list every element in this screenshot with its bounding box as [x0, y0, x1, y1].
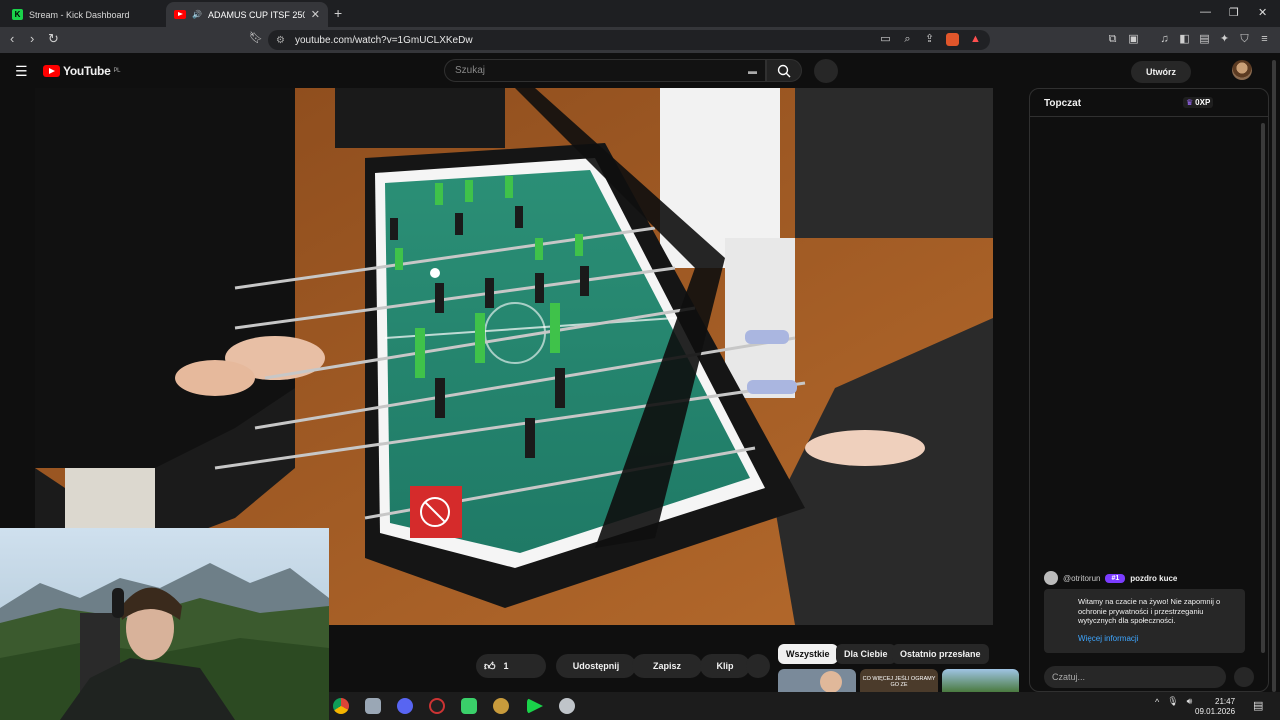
chat-welcome-notice: Witamy na czacie na żywo! Nie zapomnij o… — [1044, 589, 1245, 653]
volume-icon[interactable]: 🔊︎ — [1187, 696, 1193, 707]
close-tab-icon[interactable]: ✕ — [311, 8, 320, 21]
youtube-logo[interactable]: YouTube PL — [43, 64, 120, 78]
avatar[interactable] — [1232, 60, 1252, 80]
zoom-icon[interactable]: ⌕ — [901, 33, 914, 46]
chat-title[interactable]: Topczat — [1044, 98, 1081, 109]
search-button[interactable] — [766, 59, 802, 82]
like-button[interactable]: 👍︎ 1 — [476, 654, 546, 678]
forward-icon[interactable]: › — [30, 31, 34, 46]
xp-badge[interactable]: ♛ 0XP — [1183, 97, 1214, 108]
share-button[interactable]: Udostępnij — [556, 654, 636, 678]
chat-scrollbar[interactable] — [1261, 123, 1265, 653]
thumbnail-caption: CO WIĘCEJ JEŚLI OGRAMY GO ZE — [862, 676, 936, 688]
kick-icon: K — [12, 9, 23, 20]
minimize-button[interactable]: — — [1200, 6, 1211, 18]
thumbs-up-icon: 👍︎ — [484, 660, 496, 673]
restore-button[interactable]: ❐ — [1229, 6, 1239, 19]
search-placeholder: Szukaj — [455, 65, 486, 76]
create-button[interactable]: Utwórz — [1131, 61, 1191, 83]
webcam-frame — [0, 528, 329, 720]
chrome-icon[interactable] — [333, 698, 349, 714]
emoji-button[interactable] — [1234, 667, 1254, 687]
screenshot-icon[interactable]: ▣ — [1127, 33, 1140, 46]
more-actions-button[interactable] — [746, 654, 770, 678]
wallet-icon[interactable]: ▤ — [1198, 33, 1211, 46]
browser-toolbar: ‹ › ↻ 🔖︎ ⚙︎ youtube.com/watch?v=1GmUCLXK… — [0, 27, 1280, 53]
chat-input[interactable]: Czatuj... — [1044, 666, 1226, 688]
microphone-icon[interactable]: 🎙︎ — [1167, 696, 1178, 707]
system-tray: ^ 🎙︎ 🔊︎ — [1155, 696, 1192, 707]
logo-region: PL — [113, 68, 121, 74]
music-icon[interactable]: ♫ — [1158, 33, 1171, 46]
youtube-header: ☰ YouTube PL Szukaj ▬ Utwórz — [0, 53, 1280, 88]
hamburger-menu-icon[interactable]: ☰ — [15, 63, 28, 80]
kick-icon[interactable] — [527, 698, 543, 714]
chat-message: @otritorun #1 pozdro kuce — [1044, 571, 1177, 585]
brave-rewards-icon[interactable]: ▲ — [969, 33, 982, 46]
chevron-up-icon[interactable]: ^ — [1155, 697, 1159, 707]
url-text: youtube.com/watch?v=1GmUCLXKeDw — [294, 34, 473, 46]
tab-youtube-video[interactable]: 🔊 ADAMUS CUP ITSF 250 FRIDAY ✕ — [166, 2, 328, 27]
clock-date: 09.01.2026 — [1195, 707, 1236, 716]
files-icon[interactable] — [365, 698, 381, 714]
discord-icon[interactable] — [397, 698, 413, 714]
tab-kick-dashboard[interactable]: K Stream - Kick Dashboard — [4, 2, 164, 27]
app-icon[interactable] — [461, 698, 477, 714]
chip-recently-uploaded[interactable]: Ostatnio przesłane — [892, 644, 989, 664]
like-count: 1 — [503, 661, 509, 671]
crown-icon: ♛ — [1186, 98, 1194, 107]
notice-text: Witamy na czacie na żywo! Nie zapomnij o… — [1078, 597, 1221, 625]
message-author[interactable]: @otritorun — [1063, 574, 1100, 583]
notifications-icon[interactable]: ▤ — [1253, 699, 1263, 712]
system-clock[interactable]: 21:47 09.01.2026 — [1195, 697, 1235, 717]
chip-all[interactable]: Wszystkie — [778, 644, 838, 664]
obs-icon[interactable] — [429, 698, 445, 714]
ai-icon[interactable]: ✦ — [1218, 33, 1231, 46]
menu-icon[interactable]: ≡ — [1258, 33, 1271, 46]
close-window-button[interactable]: ✕ — [1258, 6, 1267, 19]
save-button[interactable]: Zapisz — [632, 654, 702, 678]
extensions-icon[interactable]: ⧉ — [1106, 33, 1119, 46]
reload-icon[interactable]: ↻ — [48, 31, 59, 47]
youtube-play-icon — [43, 65, 60, 77]
recommended-thumbnail[interactable] — [778, 669, 856, 692]
keyboard-icon[interactable]: ▬ — [748, 66, 757, 76]
speaker-icon: 🔊 — [192, 10, 202, 19]
recommended-thumbnail[interactable] — [942, 669, 1019, 692]
back-icon[interactable]: ‹ — [10, 31, 14, 46]
taskbar: ^ 🎙︎ 🔊︎ 21:47 09.01.2026 ▤ — [329, 692, 1280, 720]
search-icon — [777, 64, 791, 77]
youtube-icon — [174, 10, 186, 19]
tab-title: Stream - Kick Dashboard — [29, 9, 130, 20]
tab-title: ADAMUS CUP ITSF 250 FRIDAY — [207, 9, 305, 20]
clock-time: 21:47 — [1215, 697, 1236, 706]
brave-shield-icon[interactable] — [946, 33, 959, 46]
share-icon[interactable]: ⇪ — [923, 33, 936, 46]
message-text: pozdro kuce — [1130, 573, 1178, 583]
search-input[interactable]: Szukaj ▬ — [444, 59, 766, 82]
more-info-link[interactable]: Więcej informacji — [1078, 634, 1235, 644]
logo-text: YouTube — [63, 64, 111, 78]
chat-header: Topczat ♛ 0XP — [1030, 89, 1268, 117]
clip-button[interactable]: Klip — [700, 654, 750, 678]
webcam-overlay — [0, 528, 329, 720]
cast-icon[interactable]: ▭ — [879, 33, 892, 46]
chip-for-you[interactable]: Dla Ciebie — [836, 644, 896, 664]
bookmark-icon[interactable]: 🔖︎ — [249, 31, 263, 44]
sidebar-icon[interactable]: ◧ — [1178, 33, 1191, 46]
rank-badge: #1 — [1105, 573, 1126, 583]
voice-search-button[interactable] — [814, 59, 838, 83]
user-avatar[interactable] — [1044, 571, 1058, 585]
site-info-icon[interactable]: ⚙︎ — [276, 35, 285, 46]
vpn-icon[interactable]: ⛉ — [1238, 33, 1251, 46]
page-scrollbar[interactable] — [1272, 60, 1276, 692]
recommended-thumbnail[interactable]: CO WIĘCEJ JEŚLI OGRAMY GO ZE — [860, 669, 938, 692]
app2-icon[interactable] — [559, 698, 575, 714]
new-tab-button[interactable]: + — [334, 5, 342, 21]
league-icon[interactable] — [493, 698, 509, 714]
xp-value: 0XP — [1195, 98, 1211, 107]
live-chat-panel: Topczat ♛ 0XP @otritorun #1 pozdro kuce … — [1029, 88, 1269, 692]
browser-tab-strip: K Stream - Kick Dashboard 🔊 ADAMUS CUP I… — [0, 0, 1280, 27]
